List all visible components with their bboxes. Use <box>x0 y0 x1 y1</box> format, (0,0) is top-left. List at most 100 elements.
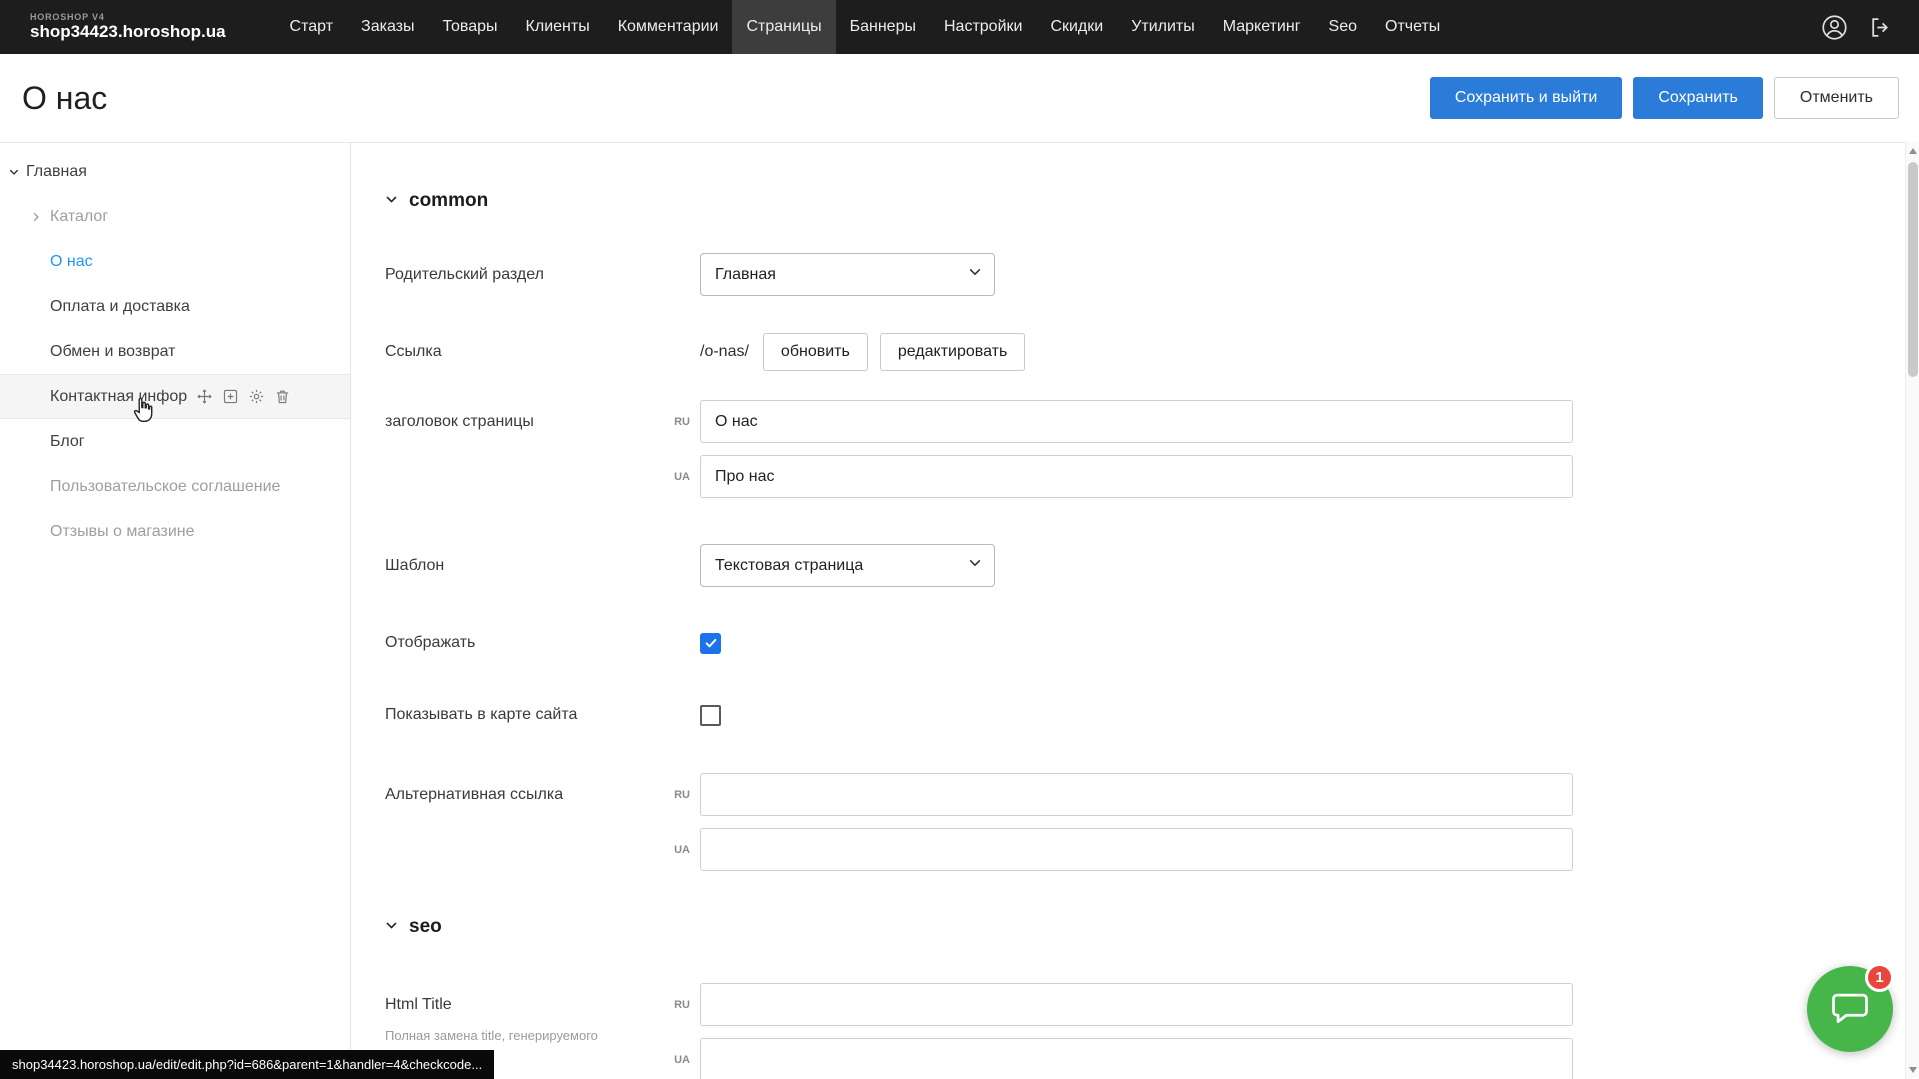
lang-tag-ua: UA <box>665 1054 700 1066</box>
sitemap-row: Показывать в карте сайта <box>385 703 1905 727</box>
nav-settings[interactable]: Настройки <box>930 0 1036 54</box>
settings-gear-icon[interactable] <box>248 388 265 405</box>
nav-marketing[interactable]: Маркетинг <box>1209 0 1315 54</box>
lang-tag-ru: RU <box>665 416 700 428</box>
nav-utilities[interactable]: Утилиты <box>1117 0 1209 54</box>
html-title-label-block: Html Title Полная замена title, генериру… <box>385 983 665 1043</box>
page-title-row: заголовок страницы RU UA <box>385 400 1905 498</box>
page-title: О нас <box>22 80 107 117</box>
link-label: Ссылка <box>385 343 665 361</box>
logout-icon[interactable] <box>1868 15 1893 40</box>
chat-bubble-icon <box>1828 985 1872 1034</box>
nav-products[interactable]: Товары <box>429 0 512 54</box>
parent-section-label: Родительский раздел <box>385 266 665 284</box>
section-title: seo <box>409 916 442 938</box>
sidebar-item-exchange-return[interactable]: Обмен и возврат <box>0 329 350 374</box>
sidebar-item-label: Пользовательское соглашение <box>50 478 280 496</box>
chevron-down-icon <box>968 265 982 284</box>
nav-banners[interactable]: Баннеры <box>836 0 930 54</box>
cancel-button[interactable]: Отменить <box>1774 77 1899 119</box>
edit-link-button[interactable]: редактировать <box>880 333 1025 371</box>
save-button[interactable]: Сохранить <box>1633 77 1763 119</box>
scroll-down-arrow[interactable] <box>1906 1063 1919 1077</box>
sidebar-item-store-reviews[interactable]: Отзывы о магазине <box>0 509 350 554</box>
refresh-link-button[interactable]: обновить <box>763 333 868 371</box>
lang-tag-ua: UA <box>665 844 700 856</box>
page-title-label: заголовок страницы <box>385 400 665 443</box>
delete-trash-icon[interactable] <box>274 388 291 405</box>
html-title-ru-input[interactable] <box>700 983 1573 1026</box>
sidebar-item-label: О нас <box>50 253 93 271</box>
logo[interactable]: HOROSHOP V4 shop34423.horoshop.ua <box>30 13 226 42</box>
add-page-icon[interactable] <box>222 388 239 405</box>
template-row: Шаблон Текстовая страница <box>385 544 1905 587</box>
nav-orders[interactable]: Заказы <box>347 0 428 54</box>
chat-unread-badge: 1 <box>1865 963 1894 992</box>
account-icon[interactable] <box>1821 14 1848 41</box>
nav-reports[interactable]: Отчеты <box>1371 0 1454 54</box>
sidebar-item-catalog[interactable]: Каталог <box>0 194 350 239</box>
logo-domain: shop34423.horoshop.ua <box>30 23 226 42</box>
html-title-label: Html Title <box>385 983 665 1026</box>
status-url-tooltip: shop34423.horoshop.ua/edit/edit.php?id=6… <box>0 1050 494 1079</box>
alt-link-ua-input[interactable] <box>700 828 1573 871</box>
display-checkbox[interactable] <box>700 633 721 654</box>
sitemap-checkbox[interactable] <box>700 705 721 726</box>
page-header: О нас Сохранить и выйти Сохранить Отмени… <box>0 54 1919 142</box>
sidebar-item-label: Отзывы о магазине <box>50 523 195 541</box>
nav-start[interactable]: Старт <box>276 0 347 54</box>
page-title-ru-input[interactable] <box>700 400 1573 443</box>
display-label: Отображать <box>385 634 665 652</box>
sidebar-item-about[interactable]: О нас <box>0 239 350 284</box>
lang-tag-ru: RU <box>665 999 700 1011</box>
sidebar-item-label: Главная <box>26 163 87 181</box>
sidebar-item-label: Блог <box>50 433 85 451</box>
sidebar-item-contact-info[interactable]: Контактная инфор <box>0 374 350 419</box>
chat-widget-button[interactable]: 1 <box>1807 966 1893 1052</box>
nav-seo[interactable]: Seo <box>1315 0 1371 54</box>
header-buttons: Сохранить и выйти Сохранить Отменить <box>1430 77 1899 119</box>
sidebar-item-label: Каталог <box>50 208 108 226</box>
chevron-right-icon <box>30 211 42 223</box>
alt-link-ru-input[interactable] <box>700 773 1573 816</box>
sidebar-item-blog[interactable]: Блог <box>0 419 350 464</box>
vertical-scrollbar[interactable] <box>1905 142 1919 1079</box>
sidebar-item-label: Обмен и возврат <box>50 343 175 361</box>
lang-tag-ru: RU <box>665 789 700 801</box>
sidebar-item-user-agreement[interactable]: Пользовательское соглашение <box>0 464 350 509</box>
nav-discounts[interactable]: Скидки <box>1036 0 1117 54</box>
nav-clients[interactable]: Клиенты <box>512 0 604 54</box>
chevron-down-icon <box>385 916 398 938</box>
nav-pages[interactable]: Страницы <box>732 0 835 54</box>
save-and-exit-button[interactable]: Сохранить и выйти <box>1430 77 1623 119</box>
section-seo-header[interactable]: seo <box>385 915 1905 939</box>
sidebar-item-payment-delivery[interactable]: Оплата и доставка <box>0 284 350 329</box>
scrollbar-thumb[interactable] <box>1908 162 1918 377</box>
sidebar-item-label: Оплата и доставка <box>50 298 190 316</box>
sidebar-item-home[interactable]: Главная <box>0 149 350 194</box>
page-edit-form: common Родительский раздел Главная Ссылк… <box>351 143 1905 1079</box>
scroll-up-arrow[interactable] <box>1906 144 1919 158</box>
pages-tree-sidebar: Главная Каталог О нас Оплата и доставка … <box>0 143 351 1079</box>
html-title-ua-input[interactable] <box>700 1038 1573 1079</box>
parent-section-select[interactable]: Главная <box>700 253 995 296</box>
select-value: Главная <box>715 266 776 284</box>
section-title: common <box>409 190 488 212</box>
chevron-down-icon <box>968 556 982 575</box>
html-title-hint: Полная замена title, генерируемого <box>385 1028 665 1043</box>
section-common-header[interactable]: common <box>385 189 1905 213</box>
page-url-path: /o-nas/ <box>700 343 749 361</box>
template-label: Шаблон <box>385 557 665 575</box>
drag-move-icon[interactable] <box>196 388 213 405</box>
html-title-row: Html Title Полная замена title, генериру… <box>385 983 1905 1079</box>
link-row: Ссылка /o-nas/ обновить редактировать <box>385 332 1905 372</box>
parent-section-row: Родительский раздел Главная <box>385 253 1905 296</box>
display-row: Отображать <box>385 631 1905 655</box>
nav-comments[interactable]: Комментарии <box>604 0 733 54</box>
content: Главная Каталог О нас Оплата и доставка … <box>0 142 1905 1079</box>
template-select[interactable]: Текстовая страница <box>700 544 995 587</box>
sitemap-label: Показывать в карте сайта <box>385 706 665 724</box>
sidebar-item-actions <box>196 388 291 405</box>
main-nav: Старт Заказы Товары Клиенты Комментарии … <box>276 0 1455 54</box>
page-title-ua-input[interactable] <box>700 455 1573 498</box>
